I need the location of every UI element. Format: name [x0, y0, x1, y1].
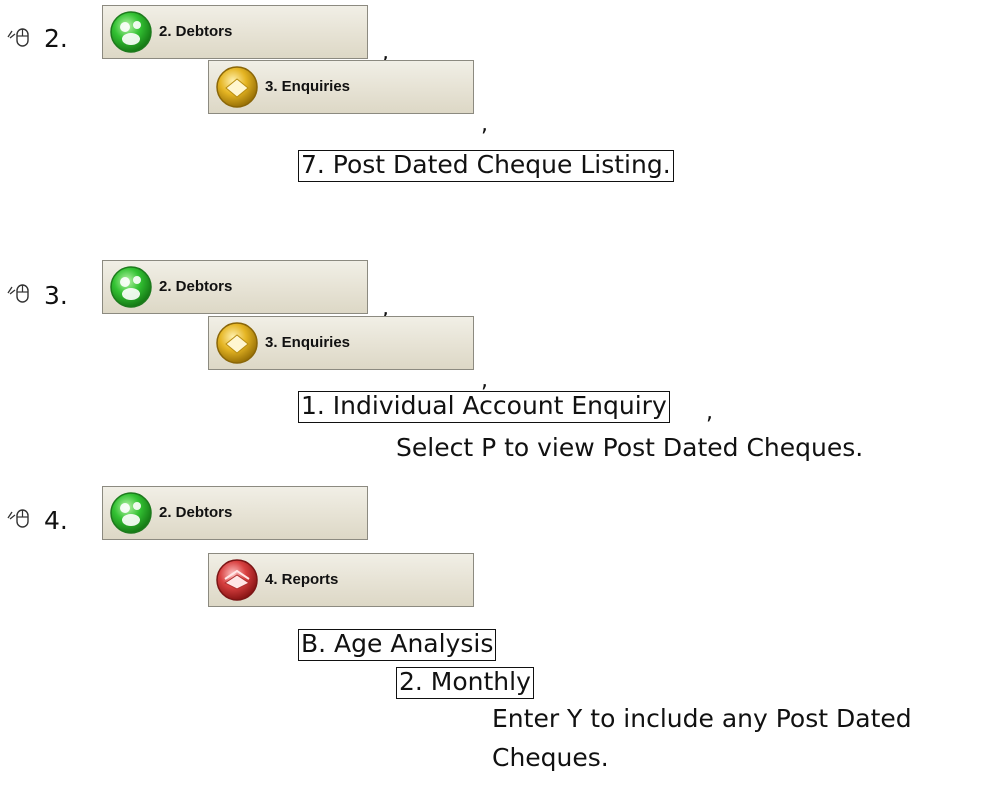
enquiries-menu-button[interactable]: 3. Enquiries [208, 316, 474, 370]
comma: , [481, 368, 488, 393]
step-number: 4. [44, 506, 68, 535]
instruction-note: Select P to view Post Dated Cheques. [396, 433, 864, 462]
debtors-orb-icon [110, 492, 152, 534]
step-number: 2. [44, 24, 68, 53]
instruction-note: Enter Y to include any Post Dated [492, 704, 912, 733]
mouse-click-icon [7, 28, 29, 47]
enquiries-orb-icon [216, 322, 258, 364]
instruction-note-continued: Cheques. [492, 743, 609, 772]
menu-option-age-analysis[interactable]: B. Age Analysis [298, 629, 497, 661]
debtors-menu-label: 2. Debtors [159, 278, 233, 295]
debtors-menu-label: 2. Debtors [159, 504, 233, 521]
mouse-click-icon [7, 284, 29, 303]
debtors-menu-label: 2. Debtors [159, 23, 233, 40]
menu-option-individual-account-enquiry[interactable]: 1. Individual Account Enquiry [298, 391, 670, 423]
reports-orb-icon [216, 559, 258, 601]
enquiries-menu-label: 3. Enquiries [265, 78, 351, 95]
reports-menu-button[interactable]: 4. Reports [208, 553, 474, 607]
debtors-menu-button[interactable]: 2. Debtors [102, 486, 368, 540]
menu-option-monthly[interactable]: 2. Monthly [396, 667, 534, 699]
enquiries-menu-label: 3. Enquiries [265, 334, 351, 351]
debtors-menu-button[interactable]: 2. Debtors [102, 260, 368, 314]
enquiries-orb-icon [216, 66, 258, 108]
debtors-orb-icon [110, 266, 152, 308]
comma: , [481, 112, 488, 137]
reports-menu-label: 4. Reports [265, 571, 339, 588]
debtors-orb-icon [110, 11, 152, 53]
enquiries-menu-button[interactable]: 3. Enquiries [208, 60, 474, 114]
menu-option-post-dated-cheque-listing[interactable]: 7. Post Dated Cheque Listing. [298, 150, 674, 182]
step-number: 3. [44, 281, 68, 310]
comma: , [706, 400, 713, 425]
debtors-menu-button[interactable]: 2. Debtors [102, 5, 368, 59]
mouse-click-icon [7, 509, 29, 528]
